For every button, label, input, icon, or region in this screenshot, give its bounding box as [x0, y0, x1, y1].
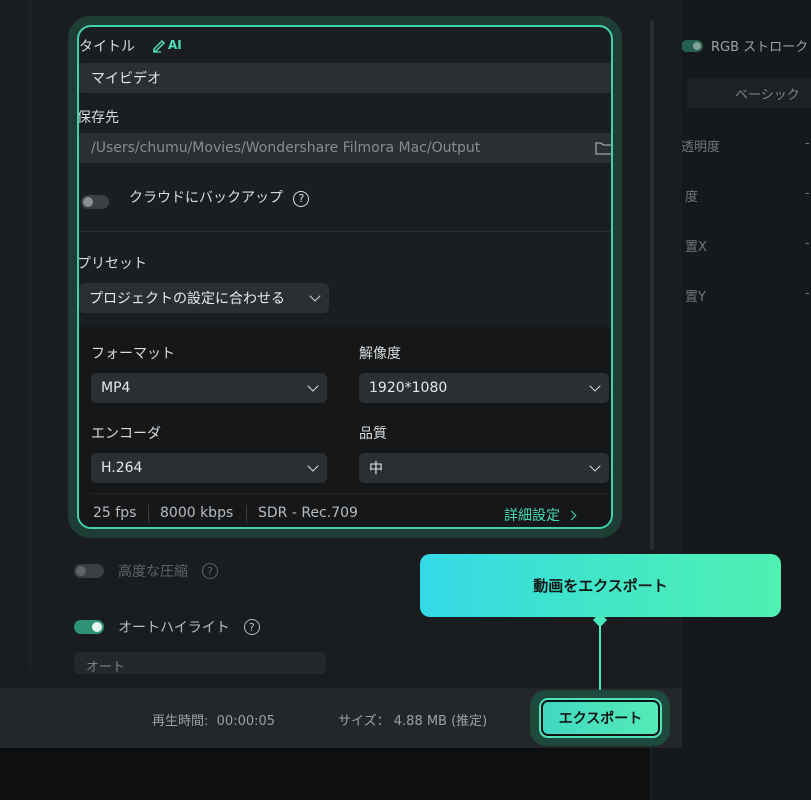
- encoder-value: H.264: [101, 460, 143, 476]
- quality-select[interactable]: 中: [359, 453, 609, 483]
- property-opacity: 透明度 -: [681, 136, 810, 155]
- advanced-compression-toggle[interactable]: [74, 564, 104, 578]
- save-path-input[interactable]: /Users/chumu/Movies/Wondershare Filmora …: [79, 133, 613, 163]
- property-value: -: [805, 136, 810, 151]
- help-icon[interactable]: ?: [243, 619, 260, 635]
- title-input[interactable]: マイビデオ: [79, 63, 611, 93]
- export-tooltip: 動画をエクスポート: [420, 554, 781, 617]
- ai-rename-icon[interactable]: AI: [151, 37, 182, 53]
- property-position-y: 置Y -: [685, 286, 810, 305]
- duration-value: 00:00:05: [216, 714, 276, 729]
- property-label: 透明度: [681, 140, 721, 155]
- chevron-down-icon: [309, 290, 321, 302]
- property-label: 置Y: [685, 290, 706, 305]
- ai-badge: AI: [168, 38, 182, 52]
- duration-label: 再生時間:: [152, 714, 209, 729]
- advanced-compression-label: 高度な圧縮: [118, 564, 188, 580]
- resolution-select[interactable]: 1920*1080: [359, 373, 609, 403]
- resolution-value: 1920*1080: [369, 380, 448, 396]
- rgb-stroke-row[interactable]: RGB ストローク: [681, 36, 808, 55]
- property-value: -: [805, 236, 810, 251]
- export-button[interactable]: エクスポート: [539, 698, 662, 738]
- property-value: -: [805, 186, 810, 201]
- tooltip-connector: [599, 620, 601, 698]
- cloud-backup-label: クラウドにバックアップ ?: [129, 187, 310, 207]
- export-settings-content: タイトル AI マイビデオ 保存先 /Users/chumu/Movies/Wo…: [77, 25, 613, 529]
- property-label: 度: [685, 190, 699, 205]
- title-label: タイトル: [79, 39, 135, 55]
- size-label: サイズ：: [338, 714, 390, 729]
- encoder-label: エンコーダ: [91, 426, 161, 442]
- section-divider: [79, 231, 611, 232]
- advanced-settings-link[interactable]: 詳細設定: [504, 505, 577, 525]
- dialog-scrollbar[interactable]: [650, 20, 654, 550]
- format-select[interactable]: MP4: [91, 373, 327, 403]
- property-value: -: [805, 286, 810, 301]
- chevron-down-icon: [307, 460, 319, 472]
- rgb-stroke-label: RGB ストローク: [711, 40, 809, 55]
- quality-value: 中: [369, 461, 383, 477]
- stat-separator: [246, 505, 247, 523]
- resolution-label: 解像度: [359, 346, 401, 362]
- auto-highlight-row: オートハイライト ?: [74, 614, 634, 640]
- cloud-backup-toggle[interactable]: [81, 195, 109, 209]
- preset-select[interactable]: プロジェクトの設定に合わせる: [79, 283, 329, 313]
- folder-icon[interactable]: [595, 141, 613, 155]
- preset-value: プロジェクトの設定に合わせる: [89, 291, 285, 307]
- advanced-settings-label: 詳細設定: [504, 508, 560, 524]
- tab-basic[interactable]: ベーシック: [687, 78, 811, 108]
- auto-highlight-select[interactable]: オート: [74, 652, 326, 674]
- color-space-value: SDR - Rec.709: [258, 505, 358, 521]
- chevron-down-icon: [589, 380, 601, 392]
- encoder-select[interactable]: H.264: [91, 453, 327, 483]
- property-rotation: 度-: [685, 186, 810, 205]
- export-settings-card: タイトル AI マイビデオ 保存先 /Users/chumu/Movies/Wo…: [68, 16, 622, 538]
- format-value: MP4: [101, 380, 131, 396]
- duration-info: 再生時間: 00:00:05: [152, 710, 275, 729]
- save-location-label: 保存先: [77, 110, 119, 126]
- property-position-x: 置X -: [685, 236, 810, 255]
- format-label: フォーマット: [91, 346, 175, 362]
- pencil-icon: [153, 39, 166, 53]
- bitrate-value: 8000 kbps: [160, 505, 234, 521]
- cloud-backup-text: クラウドにバックアップ: [129, 190, 283, 206]
- size-info: サイズ： 4.88 MB (推定): [338, 710, 487, 729]
- auto-highlight-toggle[interactable]: [74, 620, 104, 634]
- quality-label: 品質: [359, 426, 387, 442]
- save-path-value: /Users/chumu/Movies/Wondershare Filmora …: [91, 140, 481, 156]
- auto-highlight-label: オートハイライト: [118, 620, 230, 636]
- help-icon[interactable]: ?: [202, 563, 218, 579]
- size-value: 4.88 MB (推定): [393, 714, 488, 729]
- dialog-divider: [30, 0, 31, 670]
- chevron-down-icon: [589, 460, 601, 472]
- rgb-stroke-toggle[interactable]: [681, 39, 703, 52]
- fps-value: 25 fps: [93, 505, 137, 521]
- stat-separator: [148, 505, 149, 523]
- preset-label: プリセット: [77, 256, 147, 272]
- chevron-right-icon: [566, 510, 577, 520]
- stats-divider: [91, 493, 609, 494]
- encoding-settings-panel: フォーマット MP4 解像度 1920*1080 エンコーダ H.264 品質 …: [79, 327, 611, 527]
- property-label: 置X: [685, 240, 707, 255]
- chevron-down-icon: [307, 380, 319, 392]
- help-icon[interactable]: ?: [293, 190, 310, 207]
